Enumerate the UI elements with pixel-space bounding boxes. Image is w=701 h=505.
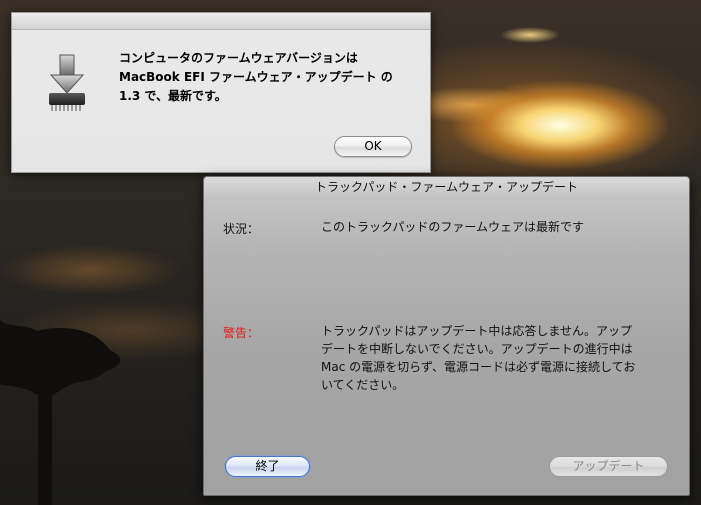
alert-message: コンピュータのファームウェアバージョンは MacBook EFI ファームウェア…: [119, 51, 393, 103]
warning-label: 警告：: [223, 326, 260, 340]
tree-silhouette: [0, 320, 120, 505]
status-text: このトラックパッドのファームウェアは最新です: [321, 220, 585, 234]
alert-titlebar[interactable]: [12, 13, 430, 30]
firmware-update-icon: [45, 53, 89, 117]
update-button[interactable]: アップデート: [549, 456, 668, 477]
status-label: 状況：: [223, 222, 260, 236]
trackpad-updater-window: トラックパッド・ファームウェア・アップデート 状況： このトラックパッドのファー…: [203, 176, 690, 496]
updater-title[interactable]: トラックパッド・ファームウェア・アップデート: [204, 177, 689, 197]
warning-text: トラックパッドはアップデート中は応答しません。アップ デートを中断しないでくださ…: [321, 324, 636, 392]
quit-button[interactable]: 終了: [225, 456, 310, 477]
ok-button[interactable]: OK: [334, 136, 412, 157]
firmware-alert-window: コンピュータのファームウェアバージョンは MacBook EFI ファームウェア…: [11, 12, 431, 173]
